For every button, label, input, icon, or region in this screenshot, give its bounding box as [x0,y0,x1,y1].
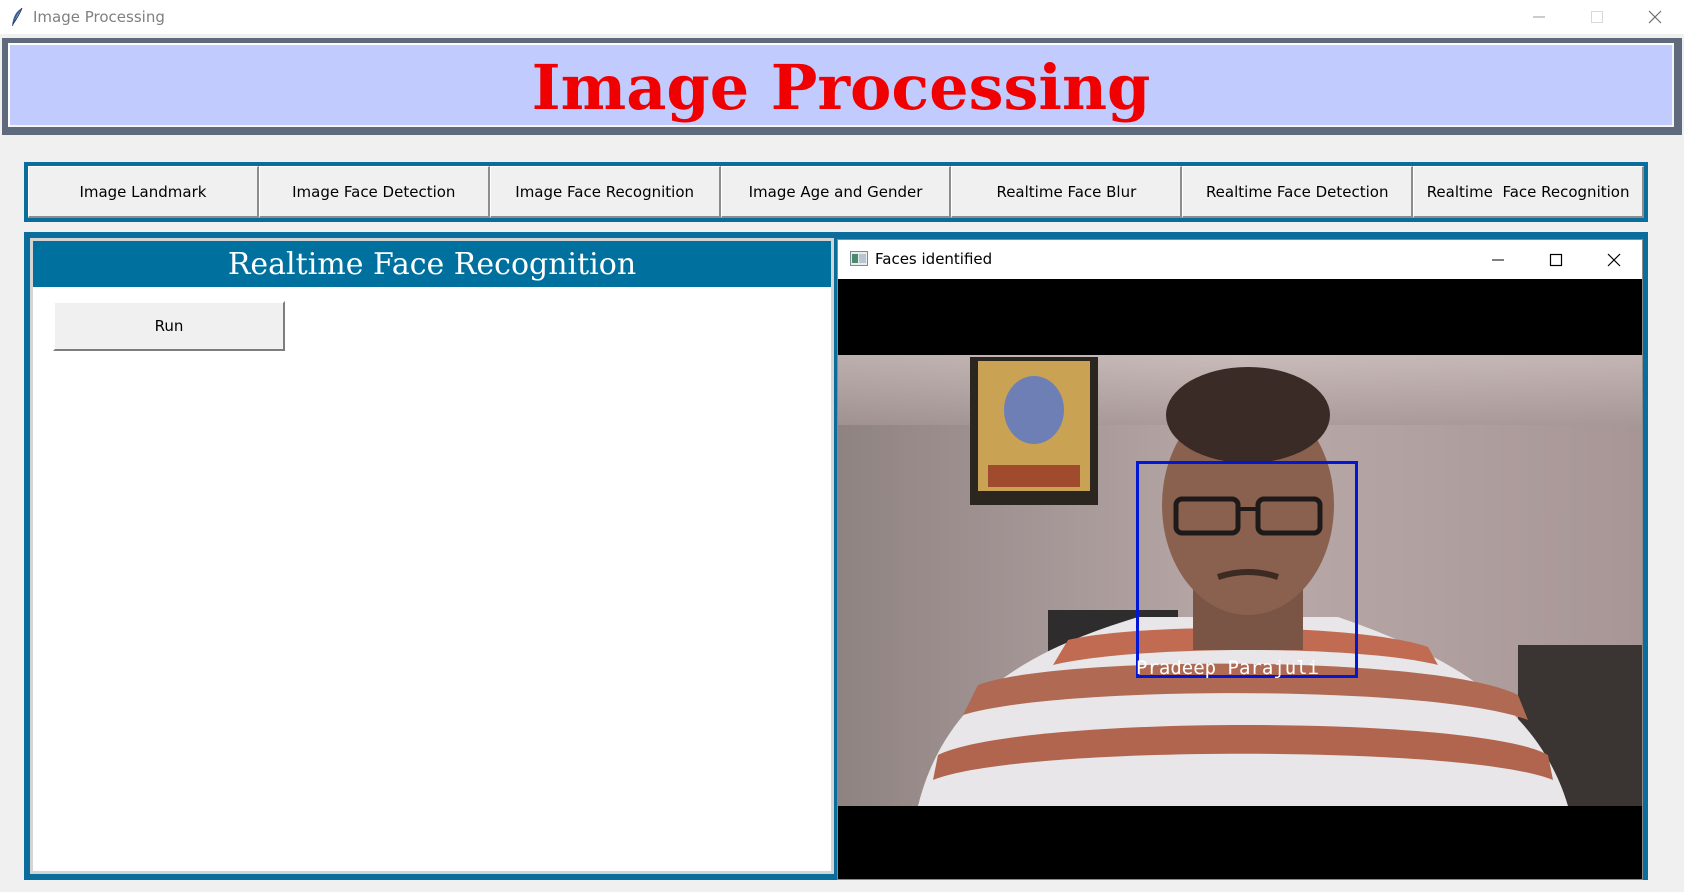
webcam-frame: Pradeep Parajuli [838,355,1642,806]
image-face-recognition-button[interactable]: Image Face Recognition [489,166,721,218]
faces-identified-window: Faces identified Pradeep Parajuli [837,239,1643,880]
header-banner: Image Processing [2,38,1682,135]
faces-close-button[interactable] [1585,240,1643,279]
page-title: Image Processing [531,50,1151,124]
faces-window-title: Faces identified [875,250,993,268]
feather-icon [12,7,23,26]
realtime-face-recognition-button[interactable]: Realtime Face Recognition [1413,166,1645,218]
maximize-button[interactable] [1568,0,1626,34]
app-titlebar: Image Processing [0,0,1684,34]
control-panel: Realtime Face Recognition Run [30,238,834,874]
face-detection-box [1136,461,1358,678]
image-landmark-button[interactable]: Image Landmark [28,166,259,218]
faces-maximize-button[interactable] [1527,240,1585,279]
maximize-icon [1549,253,1563,266]
face-name-label: Pradeep Parajuli [1136,657,1320,679]
image-face-detection-button[interactable]: Image Face Detection [258,166,490,218]
close-button[interactable] [1626,0,1684,34]
opencv-window-icon [850,251,868,266]
run-button[interactable]: Run [53,301,285,351]
faces-window-titlebar[interactable]: Faces identified [838,240,1642,279]
minimize-icon [1492,259,1504,260]
maximize-icon [1591,11,1603,23]
panel-title: Realtime Face Recognition [33,241,831,287]
close-icon [1607,253,1621,266]
app-title: Image Processing [33,8,165,26]
faces-minimize-button[interactable] [1469,240,1527,279]
realtime-face-blur-button[interactable]: Realtime Face Blur [951,166,1183,218]
close-icon [1648,10,1662,24]
header-banner-inner: Image Processing [8,43,1674,127]
image-age-gender-button[interactable]: Image Age and Gender [720,166,952,218]
feature-toolbar: Image Landmark Image Face Detection Imag… [24,162,1648,222]
minimize-icon [1533,16,1545,18]
minimize-button[interactable] [1510,0,1568,34]
realtime-face-detection-button[interactable]: Realtime Face Detection [1182,166,1414,218]
